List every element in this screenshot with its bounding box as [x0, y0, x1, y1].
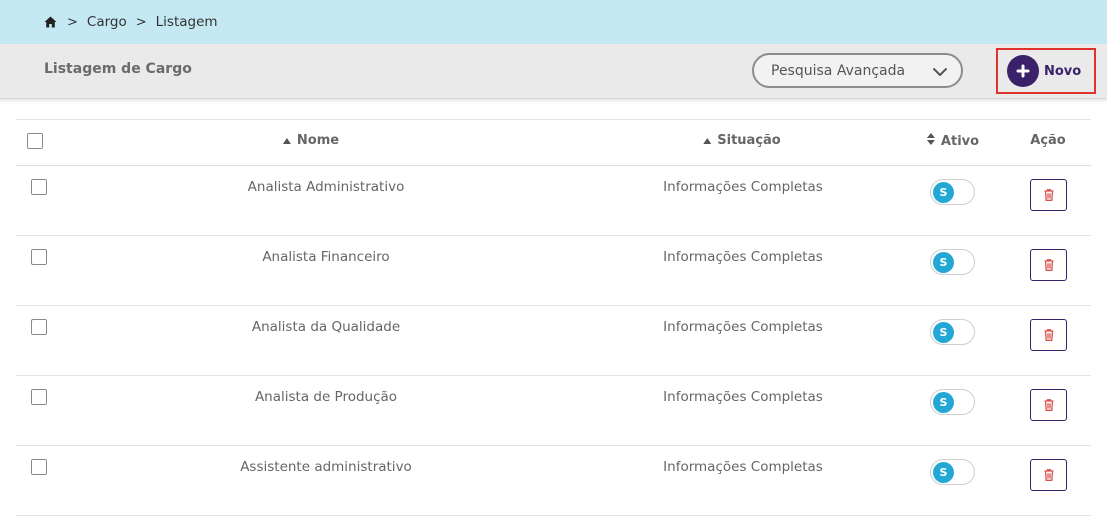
active-toggle[interactable]: S	[930, 459, 975, 485]
cell-situacao: Informações Completas	[663, 459, 823, 475]
cell-situacao: Informações Completas	[663, 389, 823, 405]
cell-nome: Analista da Qualidade	[251, 319, 401, 335]
new-button[interactable]: Novo	[996, 48, 1096, 94]
trash-icon	[1044, 326, 1054, 345]
cell-situacao: Informações Completas	[663, 319, 823, 335]
cell-nome: Analista Administrativo	[247, 179, 405, 195]
row-checkbox[interactable]	[31, 249, 47, 265]
select-all-checkbox[interactable]	[27, 133, 43, 149]
table-row: Analista de Produção Informações Complet…	[16, 376, 1091, 446]
page-header: Listagem de Cargo Pesquisa Avançada Novo	[0, 44, 1107, 99]
cell-nome: Analista Financeiro	[262, 249, 390, 265]
trash-icon	[1044, 256, 1054, 275]
column-header-ativo[interactable]: Ativo	[926, 133, 980, 149]
column-label: Situação	[717, 133, 781, 148]
row-checkbox[interactable]	[31, 179, 47, 195]
delete-button[interactable]	[1030, 319, 1067, 351]
table-row: Assistente administrativo Informações Co…	[16, 446, 1091, 516]
column-label: Ação	[1030, 133, 1066, 148]
advanced-search-label: Pesquisa Avançada	[771, 62, 906, 79]
sort-up-icon	[282, 133, 291, 148]
delete-button[interactable]	[1030, 389, 1067, 421]
column-label: Ativo	[940, 133, 980, 149]
breadcrumb-item-cargo[interactable]: Cargo	[87, 14, 127, 30]
delete-button[interactable]	[1030, 179, 1067, 211]
row-checkbox[interactable]	[31, 459, 47, 475]
column-header-situacao[interactable]: Situação	[703, 133, 781, 148]
breadcrumb-separator: >	[135, 14, 147, 30]
cell-nome: Assistente administrativo	[240, 459, 412, 475]
breadcrumb: > Cargo > Listagem	[0, 0, 1107, 44]
column-label: Nome	[296, 133, 340, 148]
row-checkbox[interactable]	[31, 319, 47, 335]
toggle-knob: S	[933, 391, 954, 413]
breadcrumb-separator: >	[67, 14, 78, 30]
plus-icon	[1007, 55, 1039, 87]
active-toggle[interactable]: S	[930, 179, 975, 205]
toggle-knob: S	[933, 321, 954, 343]
new-button-label: Novo	[1044, 63, 1082, 79]
table-header: Nome Situação Ativo Ação	[16, 119, 1091, 166]
cell-nome: Analista de Produção	[254, 389, 398, 405]
delete-button[interactable]	[1030, 249, 1067, 281]
cell-situacao: Informações Completas	[663, 249, 823, 265]
column-header-acao: Ação	[1030, 133, 1065, 148]
sort-icon	[926, 133, 935, 149]
cargo-table: Nome Situação Ativo Ação Analista Admini…	[16, 119, 1091, 516]
toggle-knob: S	[933, 181, 954, 203]
table-row: Analista Administrativo Informações Comp…	[16, 166, 1091, 236]
sort-up-icon	[703, 133, 712, 148]
page-title: Listagem de Cargo	[44, 61, 192, 77]
chevron-down-icon	[932, 64, 948, 78]
active-toggle[interactable]: S	[930, 249, 975, 275]
delete-button[interactable]	[1030, 459, 1067, 491]
table-row: Analista Financeiro Informações Completa…	[16, 236, 1091, 306]
active-toggle[interactable]: S	[930, 389, 975, 415]
cell-situacao: Informações Completas	[663, 179, 823, 195]
column-header-nome[interactable]: Nome	[282, 133, 340, 148]
toggle-knob: S	[933, 461, 954, 483]
toggle-knob: S	[933, 251, 954, 273]
row-checkbox[interactable]	[31, 389, 47, 405]
active-toggle[interactable]: S	[930, 319, 975, 345]
trash-icon	[1044, 186, 1054, 205]
breadcrumb-item-listagem: Listagem	[155, 14, 218, 30]
trash-icon	[1044, 466, 1054, 485]
advanced-search-button[interactable]: Pesquisa Avançada	[752, 53, 963, 88]
trash-icon	[1044, 396, 1054, 415]
table-row: Analista da Qualidade Informações Comple…	[16, 306, 1091, 376]
home-icon[interactable]	[44, 15, 58, 29]
